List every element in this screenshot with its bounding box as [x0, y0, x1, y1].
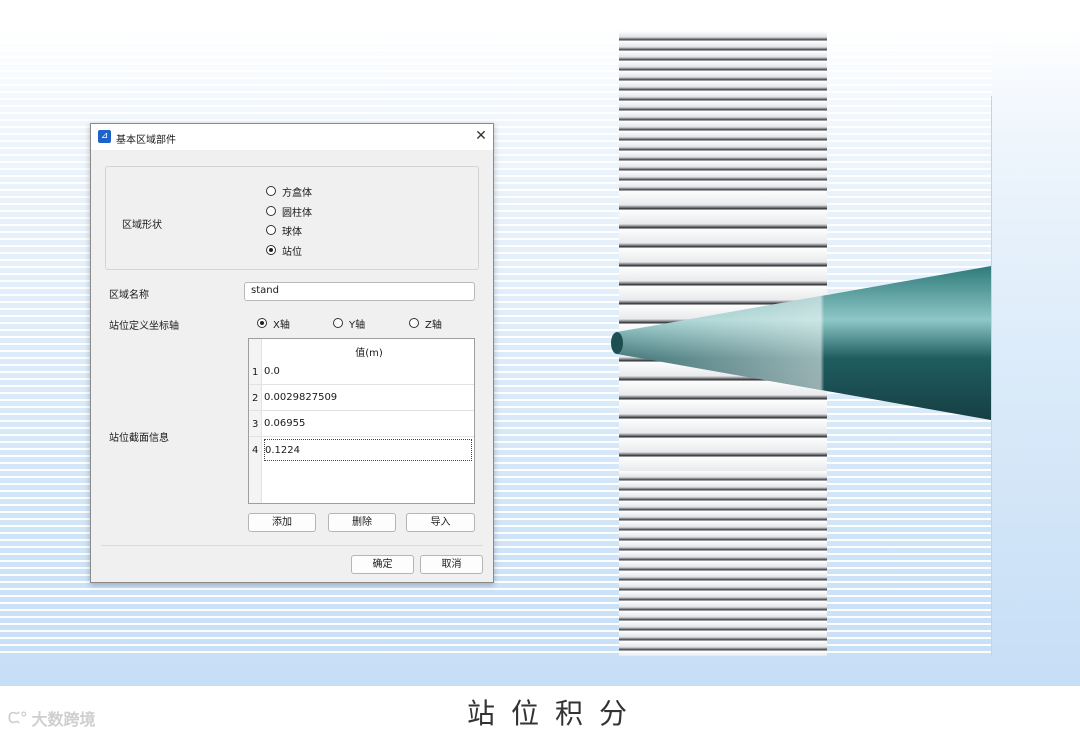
table-row-selected[interactable]: 4 0.1224 — [249, 437, 474, 463]
region-shape-label: 区域形状 — [122, 220, 162, 231]
table-row[interactable]: 3 0.06955 — [249, 411, 474, 437]
dialog-title: 基本区域部件 — [116, 135, 176, 146]
delete-button[interactable]: 删除 — [328, 513, 396, 532]
shape-option-label: 方盒体 — [282, 187, 312, 199]
close-icon[interactable]: ✕ — [472, 127, 490, 145]
row-index: 1 — [252, 367, 259, 378]
slide-caption: 站位积分 — [466, 697, 643, 730]
shape-option-box[interactable]: 方盒体 — [266, 183, 312, 199]
cone-tip — [611, 332, 623, 354]
dialog-titlebar[interactable]: ⊿ 基本区域部件 ✕ — [91, 124, 493, 150]
radio-icon — [266, 206, 276, 216]
region-name-label: 区域名称 — [109, 290, 149, 301]
table-column-header: 值(m) — [355, 348, 383, 359]
radio-checked-icon — [266, 245, 276, 255]
shape-option-label: 圆柱体 — [282, 207, 312, 219]
add-button[interactable]: 添加 — [248, 513, 316, 532]
station-section-label: 站位截面信息 — [109, 433, 169, 444]
station-axis-label: 站位定义坐标轴 — [109, 321, 179, 332]
basic-region-dialog: ⊿ 基本区域部件 ✕ 区域形状 方盒体 圆柱体 球体 站位 区域名称 stand… — [90, 123, 494, 583]
shape-option-station[interactable]: 站位 — [266, 242, 302, 258]
axis-option-label: Y轴 — [349, 319, 366, 331]
shape-option-label: 站位 — [282, 246, 302, 258]
dialog-divider — [101, 545, 483, 546]
row-value-cell[interactable]: 0.0029827509 — [264, 387, 472, 409]
row-index: 4 — [252, 445, 259, 456]
ok-button[interactable]: 确定 — [351, 555, 414, 574]
axis-option-z[interactable]: Z轴 — [409, 315, 442, 331]
table-row[interactable]: 1 0.0 — [249, 359, 474, 385]
axis-option-label: Z轴 — [425, 319, 442, 331]
radio-icon — [409, 318, 419, 328]
radio-icon — [333, 318, 343, 328]
cone-mesh-overlay — [612, 266, 991, 420]
axis-option-y[interactable]: Y轴 — [333, 315, 365, 331]
region-name-input[interactable]: stand — [244, 282, 475, 301]
radio-checked-icon — [257, 318, 267, 328]
app-logo-icon: ⊿ — [98, 130, 111, 143]
region-shape-group: 区域形状 方盒体 圆柱体 球体 站位 — [105, 166, 479, 270]
cancel-button[interactable]: 取消 — [420, 555, 483, 574]
shape-option-sphere[interactable]: 球体 — [266, 222, 302, 238]
axis-option-x[interactable]: X轴 — [257, 315, 290, 331]
shape-option-label: 球体 — [282, 226, 302, 238]
row-index: 2 — [252, 393, 259, 404]
axis-option-label: X轴 — [273, 319, 290, 331]
row-value-cell[interactable]: 0.0 — [264, 361, 472, 383]
row-index: 3 — [252, 419, 259, 430]
table-row[interactable]: 2 0.0029827509 — [249, 385, 474, 411]
section-values-table[interactable]: 值(m) 1 0.0 2 0.0029827509 3 0.06955 4 0.… — [248, 338, 475, 504]
row-value-cell[interactable]: 0.1224 — [264, 439, 472, 461]
radio-icon — [266, 186, 276, 196]
import-button[interactable]: 导入 — [406, 513, 475, 532]
station-body-model — [611, 266, 991, 420]
shape-option-cylinder[interactable]: 圆柱体 — [266, 203, 312, 219]
row-value-cell[interactable]: 0.06955 — [264, 413, 472, 435]
radio-icon — [266, 225, 276, 235]
